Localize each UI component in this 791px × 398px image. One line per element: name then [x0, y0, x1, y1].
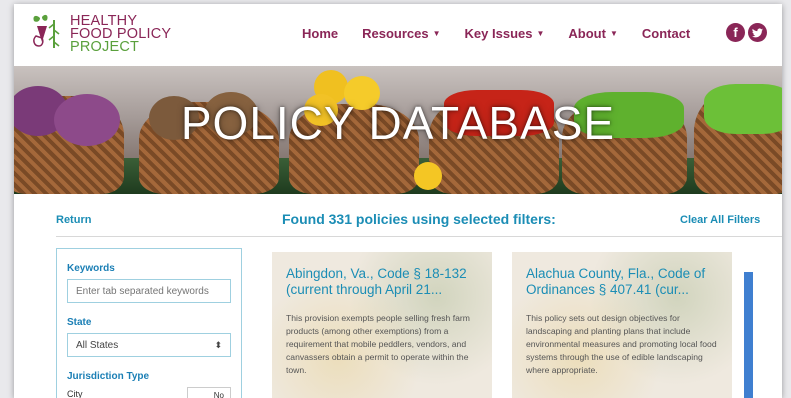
social-links: f — [726, 23, 767, 42]
results-count: Found 331 policies using selected filter… — [282, 211, 556, 227]
select-arrows-icon: ⬍ — [214, 339, 222, 350]
site-logo[interactable]: HEALTHY FOOD POLICY PROJECT — [30, 12, 200, 58]
hero-lemon — [414, 162, 442, 190]
divider — [56, 236, 782, 237]
city-toggle-label: No — [213, 390, 224, 398]
hero-banner: POLICY DATABASE — [14, 66, 782, 194]
results-bar: Return Found 331 policies using selected… — [14, 194, 782, 238]
jurisdiction-label: Jurisdiction Type — [67, 371, 150, 382]
brand-line-3: PROJECT — [70, 39, 140, 55]
twitter-icon[interactable] — [748, 23, 767, 42]
policy-card-title[interactable]: Alachua County, Fla., Code of Ordinances… — [526, 266, 726, 298]
nav-about[interactable]: About ▼ — [568, 26, 617, 41]
facebook-icon[interactable]: f — [726, 23, 745, 42]
nav-about-label: About — [568, 26, 606, 41]
nav-contact-label: Contact — [641, 26, 691, 41]
nav-key-issues-label: Key Issues — [464, 26, 533, 41]
policy-card-description: This policy sets out design objectives f… — [526, 313, 717, 375]
policy-card-title[interactable]: Abingdon, Va., Code § 18-132 (current th… — [286, 266, 486, 298]
city-label: City — [67, 389, 83, 398]
nav-key-issues[interactable]: Key Issues ▼ — [465, 26, 545, 41]
nav-contact[interactable]: Contact — [642, 26, 690, 41]
site-header: HEALTHY FOOD POLICY PROJECT Home Resourc… — [14, 4, 782, 66]
browser-page: HEALTHY FOOD POLICY PROJECT Home Resourc… — [14, 4, 782, 398]
main-nav: Home Resources ▼ Key Issues ▼ About ▼ Co… — [302, 26, 714, 41]
nav-resources-label: Resources — [362, 26, 429, 41]
policy-card-description: This provision exempts people selling fr… — [286, 313, 470, 375]
keywords-input[interactable] — [67, 279, 231, 303]
state-select[interactable]: All States ⬍ — [67, 333, 231, 357]
nav-home-label: Home — [302, 26, 339, 41]
policy-card[interactable]: Alachua County, Fla., Code of Ordinances… — [512, 252, 732, 398]
policy-card[interactable]: Abingdon, Va., Code § 18-132 (current th… — [272, 252, 492, 398]
keywords-label: Keywords — [67, 263, 115, 274]
carrot-leaf-logo-icon — [33, 14, 60, 48]
nav-home[interactable]: Home — [302, 26, 338, 41]
return-link[interactable]: Return — [56, 214, 91, 226]
clear-filters-link[interactable]: Clear All Filters — [680, 214, 760, 226]
state-select-value: All States — [76, 339, 119, 351]
brand-wordmark: HEALTHY FOOD POLICY PROJECT — [70, 14, 171, 55]
chevron-down-icon: ▼ — [432, 29, 441, 38]
results-scrollbar[interactable] — [744, 272, 753, 398]
state-label: State — [67, 317, 92, 328]
chevron-down-icon: ▼ — [609, 29, 618, 38]
page-title: POLICY DATABASE — [180, 97, 616, 149]
filter-panel: Keywords State All States ⬍ Jurisdiction… — [56, 248, 242, 398]
nav-resources[interactable]: Resources ▼ — [362, 26, 440, 41]
chevron-down-icon: ▼ — [536, 29, 545, 38]
city-toggle[interactable]: No — [187, 387, 231, 398]
